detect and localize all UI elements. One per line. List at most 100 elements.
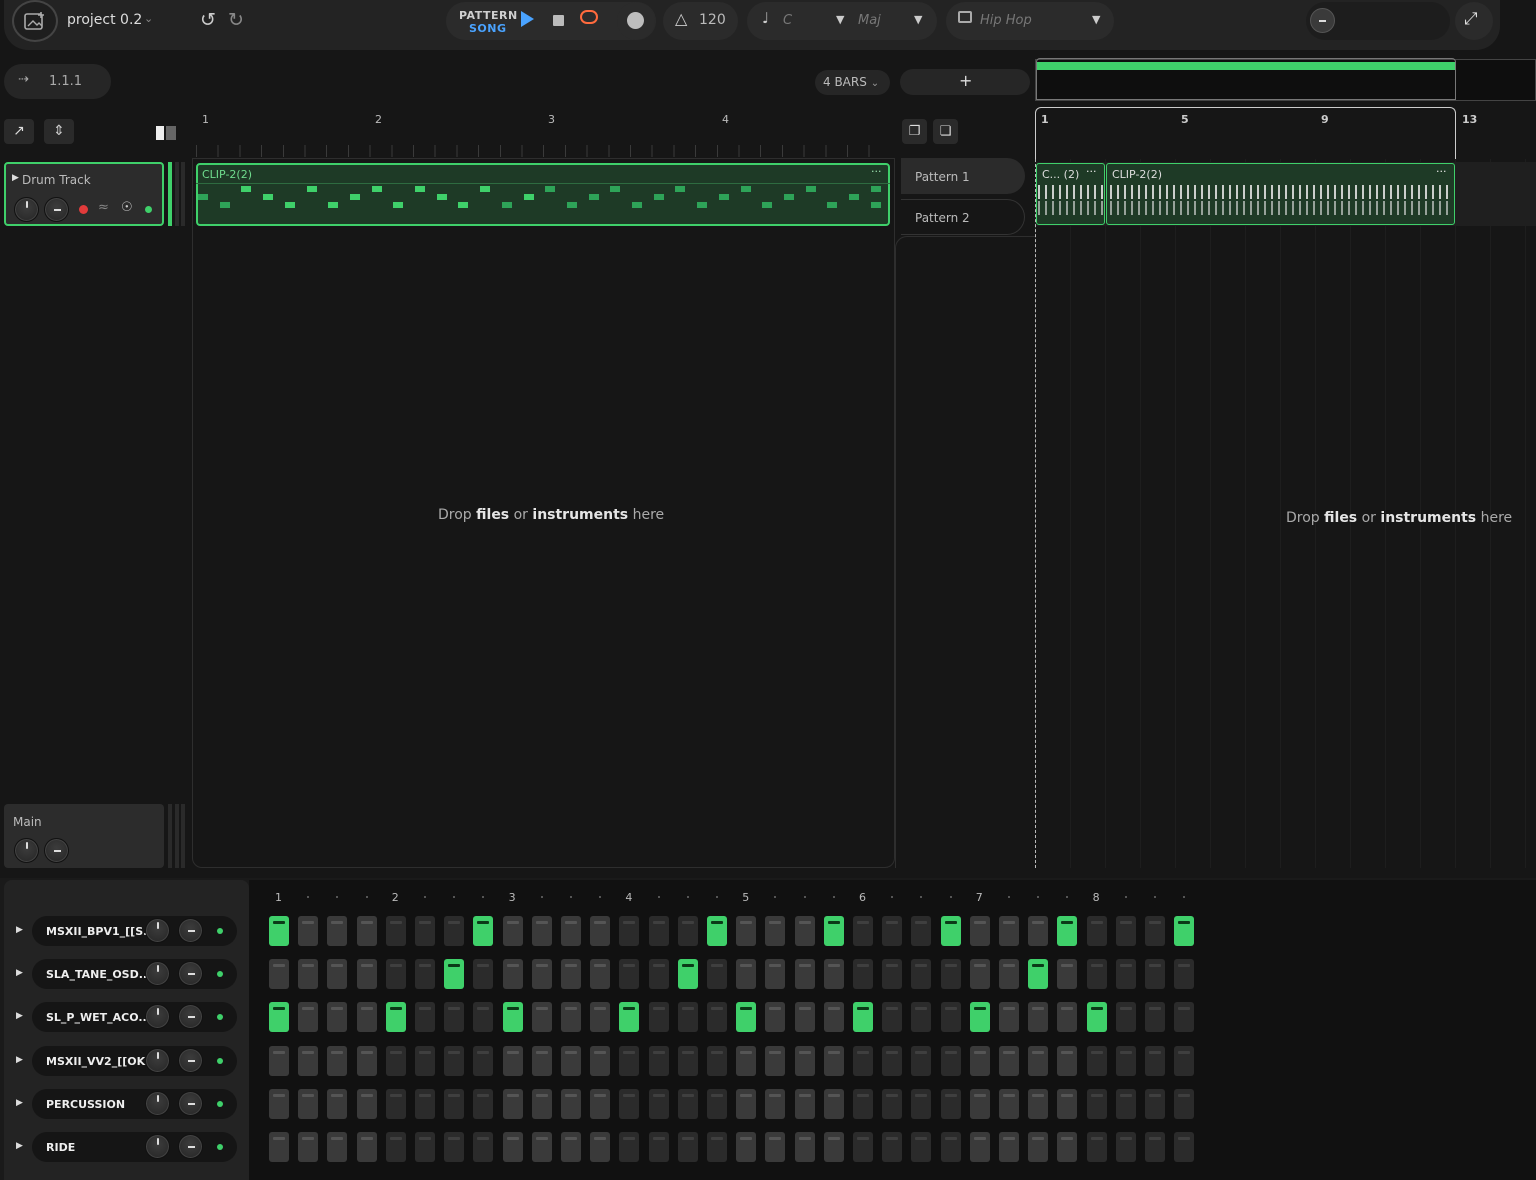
step-cell[interactable] (561, 1088, 581, 1119)
instrument-active-indicator[interactable] (217, 1057, 223, 1064)
step-cell[interactable] (619, 1088, 640, 1119)
step-cell[interactable] (736, 916, 757, 946)
step-cell[interactable] (765, 1002, 786, 1033)
step-cell[interactable] (531, 959, 552, 990)
pattern-note[interactable] (393, 202, 404, 208)
step-cell[interactable] (298, 1002, 319, 1033)
headphones-icon[interactable]: ☉ (121, 200, 133, 215)
stop-icon[interactable] (553, 15, 564, 26)
step-cell[interactable] (677, 1002, 698, 1033)
track-name[interactable]: Drum Track (22, 173, 91, 187)
pattern-note[interactable] (588, 194, 599, 200)
pattern-note[interactable] (501, 202, 512, 208)
step-cell[interactable] (1057, 1045, 1078, 1076)
instrument-name[interactable]: SL_P_WET_ACO... (46, 1011, 151, 1024)
pattern-note[interactable] (198, 194, 208, 200)
instrument-pan-knob[interactable] (178, 1047, 203, 1073)
step-cell[interactable] (415, 1045, 435, 1076)
step-cell[interactable] (590, 1132, 611, 1162)
pattern-note[interactable] (415, 186, 425, 192)
step-cell[interactable] (415, 1002, 435, 1033)
step-cell[interactable] (736, 1045, 757, 1076)
clip-menu-icon[interactable]: ··· (1086, 165, 1097, 178)
step-cell[interactable] (1115, 1045, 1136, 1076)
tempo-value[interactable]: 120 (699, 12, 726, 28)
step-cell[interactable] (473, 1045, 494, 1076)
song-overview-window[interactable] (1036, 58, 1456, 100)
step-cell[interactable] (736, 1088, 757, 1119)
step-cell[interactable] (969, 916, 990, 946)
step-cell[interactable] (444, 959, 465, 990)
step-cell[interactable] (794, 1132, 815, 1162)
redo-icon[interactable]: ↻ (228, 9, 244, 31)
step-cell[interactable] (385, 1002, 406, 1033)
step-cell[interactable] (1086, 916, 1107, 946)
step-cell[interactable] (561, 916, 581, 946)
step-cell[interactable] (1145, 1132, 1165, 1162)
record-icon[interactable] (627, 12, 644, 29)
step-cell[interactable] (444, 916, 465, 946)
pattern-note[interactable] (306, 186, 317, 192)
pattern-note[interactable] (328, 202, 339, 208)
duplicate-pattern-icon[interactable]: ❐ (902, 119, 927, 144)
step-cell[interactable] (356, 1002, 377, 1033)
step-cell[interactable] (999, 1088, 1019, 1119)
step-cell[interactable] (882, 1002, 903, 1033)
step-cell[interactable] (677, 1045, 698, 1076)
expand-instrument-icon[interactable]: ▶ (16, 1055, 23, 1065)
instrument-pan-knob[interactable] (178, 1090, 203, 1116)
scale-select[interactable]: Maj (858, 13, 881, 28)
step-cell[interactable] (911, 1002, 932, 1033)
step-cell[interactable] (736, 959, 757, 990)
step-cell[interactable] (736, 1002, 757, 1033)
automation-icon[interactable]: ↗ (4, 119, 34, 144)
instrument-active-indicator[interactable] (217, 1144, 223, 1150)
step-cell[interactable] (882, 1132, 903, 1162)
step-cell[interactable] (823, 1132, 844, 1162)
step-cell[interactable] (1086, 1002, 1107, 1033)
pattern-note[interactable] (870, 186, 881, 192)
step-cell[interactable] (269, 1088, 289, 1119)
step-cell[interactable] (327, 959, 348, 990)
step-cell[interactable] (590, 1045, 611, 1076)
add-pattern-label[interactable]: + (959, 71, 972, 90)
step-cell[interactable] (473, 916, 494, 946)
step-cell[interactable] (561, 1045, 581, 1076)
step-cell[interactable] (1115, 1088, 1136, 1119)
step-cell[interactable] (911, 916, 932, 946)
pattern-note[interactable] (263, 194, 274, 200)
step-cell[interactable] (1174, 1002, 1195, 1033)
step-cell[interactable] (911, 959, 932, 990)
step-cell[interactable] (531, 1088, 552, 1119)
step-cell[interactable] (619, 1132, 640, 1162)
step-cell[interactable] (1086, 1132, 1107, 1162)
step-cell[interactable] (1057, 1088, 1078, 1119)
pattern-note[interactable] (284, 202, 295, 208)
step-cell[interactable] (999, 1045, 1019, 1076)
pattern-clip-name[interactable]: CLIP-2(2) (202, 168, 252, 181)
instrument-active-indicator[interactable] (217, 928, 223, 934)
song-loop-region[interactable] (1035, 107, 1456, 159)
step-cell[interactable] (1115, 916, 1136, 946)
step-cell[interactable] (619, 1045, 640, 1076)
main-volume-knob[interactable] (14, 838, 39, 863)
pattern-item-label[interactable]: Pattern 2 (915, 211, 970, 225)
step-cell[interactable] (298, 959, 319, 990)
project-name[interactable]: project 0.2 (67, 12, 142, 28)
step-cell[interactable] (648, 1045, 669, 1076)
step-cell[interactable] (882, 959, 903, 990)
step-cell[interactable] (853, 1088, 873, 1119)
step-cell[interactable] (356, 1045, 377, 1076)
instrument-name[interactable]: RIDE (46, 1141, 75, 1154)
track-pan-knob[interactable] (44, 197, 69, 222)
step-cell[interactable] (940, 1045, 961, 1076)
step-cell[interactable] (619, 916, 640, 946)
step-cell[interactable] (999, 959, 1019, 990)
step-cell[interactable] (327, 916, 348, 946)
step-cell[interactable] (385, 916, 406, 946)
expand-icon[interactable]: ⤢ (1464, 9, 1478, 29)
step-cell[interactable] (823, 1045, 844, 1076)
step-cell[interactable] (648, 959, 669, 990)
step-cell[interactable] (1086, 959, 1107, 990)
step-cell[interactable] (298, 916, 319, 946)
